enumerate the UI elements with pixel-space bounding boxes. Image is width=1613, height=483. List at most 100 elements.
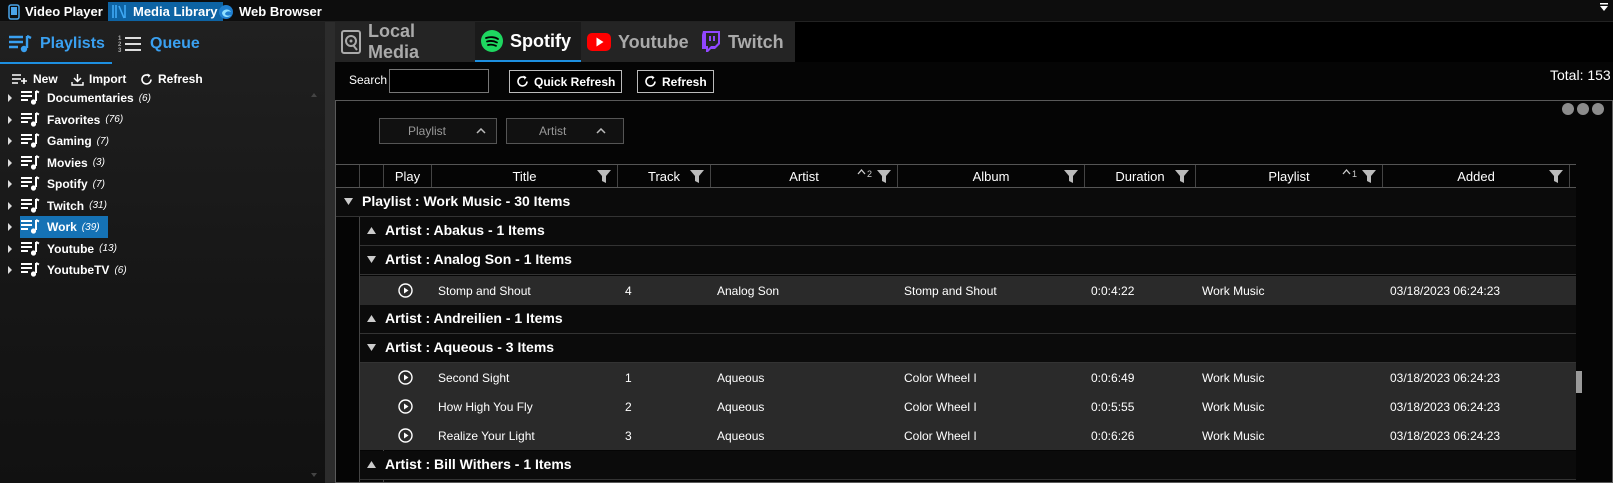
playlist-item[interactable]: Spotify (7) xyxy=(0,173,300,195)
refresh-playlists-button[interactable]: Refresh xyxy=(140,70,203,88)
collapse-icon[interactable] xyxy=(367,255,376,264)
group-row-artist[interactable]: Artist : Andreilien - 1 Items xyxy=(360,305,1576,334)
playlist-entry[interactable]: Movies (3) xyxy=(20,152,113,174)
column-header-title[interactable]: Title xyxy=(432,165,618,187)
tab-youtube[interactable]: Youtube xyxy=(581,22,695,62)
collapse-icon[interactable] xyxy=(367,343,376,352)
playlist-count: (39) xyxy=(81,221,100,233)
group-chip-artist[interactable]: Artist xyxy=(506,118,624,144)
new-playlist-button[interactable]: New xyxy=(12,70,58,88)
tab-label: Queue xyxy=(150,35,200,52)
playlist-icon xyxy=(20,176,40,192)
column-header-album[interactable]: Album xyxy=(898,165,1085,187)
column-header-added[interactable]: Added xyxy=(1383,165,1570,187)
filter-icon[interactable] xyxy=(1362,170,1376,183)
playlist-icon xyxy=(20,133,40,149)
import-button[interactable]: Import xyxy=(71,70,126,88)
cell-added: 03/18/2023 06:24:23 xyxy=(1390,429,1501,443)
tab-playlists[interactable]: Playlists xyxy=(8,30,105,58)
expand-arrow-icon[interactable] xyxy=(0,266,20,274)
filter-icon[interactable] xyxy=(597,170,611,183)
group-row-artist[interactable]: Artist : Abakus - 1 Items xyxy=(360,217,1576,246)
grid-scrollbar-thumb[interactable] xyxy=(1576,371,1582,393)
play-icon[interactable] xyxy=(398,283,413,298)
column-header-play[interactable]: Play xyxy=(384,165,432,187)
playlist-item[interactable]: Documentaries (6) xyxy=(0,87,300,109)
chevron-down-icon[interactable] xyxy=(1599,3,1609,13)
play-icon[interactable] xyxy=(398,399,413,414)
app-tab-web-browser[interactable]: Web Browser xyxy=(214,2,327,21)
playlist-entry[interactable]: YoutubeTV (6) xyxy=(20,259,135,281)
playlist-item[interactable]: YoutubeTV (6) xyxy=(0,259,300,281)
column-header-playlist[interactable]: Playlist 1 xyxy=(1196,165,1383,187)
table-row[interactable]: How High You Fly 2 Aqueous Color Wheel I 0:0… xyxy=(360,392,1576,421)
group-row-artist[interactable]: Artist : Aqueous - 3 Items xyxy=(360,334,1576,363)
filter-icon[interactable] xyxy=(1175,170,1189,183)
group-row-artist[interactable]: Artist : Bill Withers - 1 Items xyxy=(360,451,1576,480)
chip-label: Playlist xyxy=(408,124,447,138)
column-label: Track xyxy=(647,168,681,184)
expand-arrow-icon[interactable] xyxy=(0,201,20,210)
playlist-entry[interactable]: Favorites (76) xyxy=(20,109,131,131)
tab-queue[interactable]: 123 Queue xyxy=(118,30,200,58)
app-tab-media-library[interactable]: Media Library xyxy=(108,2,223,21)
cell-album: Color Wheel I xyxy=(904,429,977,443)
sort-order: 2 xyxy=(866,169,872,179)
tab-label: Playlists xyxy=(40,35,105,52)
group-chip-playlist[interactable]: Playlist xyxy=(379,118,497,144)
cell-artist: Aqueous xyxy=(717,429,765,443)
refresh-button[interactable]: Refresh xyxy=(637,70,714,93)
cell-album: Stomp and Shout xyxy=(904,284,997,298)
expand-icon[interactable] xyxy=(367,314,376,323)
expand-arrow-icon[interactable] xyxy=(0,223,20,231)
app-tab-video-player[interactable]: Video Player xyxy=(4,2,108,21)
play-icon[interactable] xyxy=(398,428,413,443)
more-options-icon[interactable] xyxy=(1562,103,1604,115)
filter-icon[interactable] xyxy=(690,170,704,183)
playlist-entry[interactable]: Gaming (7) xyxy=(20,130,117,152)
tab-twitch[interactable]: Twitch xyxy=(695,22,795,62)
expand-arrow-icon[interactable] xyxy=(0,94,20,102)
table-row[interactable]: Realize Your Light 3 Aqueous Color Wheel I 0… xyxy=(360,421,1576,450)
sort-indicator: 2 xyxy=(857,169,872,179)
playlist-item[interactable]: Movies (3) xyxy=(0,152,300,174)
tab-local-media[interactable]: Local Media xyxy=(335,21,475,62)
group-row-artist[interactable]: Artist : Analog Son - 1 Items xyxy=(360,246,1576,275)
filter-icon[interactable] xyxy=(877,170,891,183)
table-row[interactable]: Stomp and Shout 4 Analog Son Stomp and Shou… xyxy=(360,276,1576,305)
column-label: Title xyxy=(512,168,537,184)
filter-icon[interactable] xyxy=(1549,170,1563,183)
expand-arrow-icon[interactable] xyxy=(0,137,20,145)
playlist-entry[interactable]: Documentaries (6) xyxy=(20,87,159,109)
table-row[interactable]: Second Sight 1 Aqueous Color Wheel I 0:0:6:4… xyxy=(360,363,1576,392)
expand-icon[interactable] xyxy=(367,460,376,469)
group-row-playlist[interactable]: Playlist : Work Music - 30 Items xyxy=(336,188,1576,217)
cell-added: 03/18/2023 06:24:23 xyxy=(1390,400,1501,414)
tab-spotify[interactable]: Spotify xyxy=(475,22,581,62)
playlist-item[interactable]: Work (39) xyxy=(0,216,300,238)
playlist-item[interactable]: Favorites (76) xyxy=(0,109,300,131)
left-scrollbar[interactable] xyxy=(308,90,320,480)
expand-icon[interactable] xyxy=(367,226,376,235)
playlist-entry[interactable]: Spotify (7) xyxy=(20,173,113,195)
play-icon[interactable] xyxy=(398,370,413,385)
panel-splitter[interactable] xyxy=(325,22,335,483)
playlist-entry[interactable]: Youtube (13) xyxy=(20,238,125,260)
playlist-entry[interactable]: Work (39) xyxy=(20,216,108,238)
playlist-item[interactable]: Twitch (31) xyxy=(0,195,300,217)
expand-arrow-icon[interactable] xyxy=(0,115,20,124)
column-header-track[interactable]: Track xyxy=(618,165,711,187)
expand-arrow-icon[interactable] xyxy=(0,180,20,188)
playlist-item[interactable]: Gaming (7) xyxy=(0,130,300,152)
library-panel: Local Media Spotify Youtube Twitch Searc… xyxy=(335,21,1613,483)
expand-arrow-icon[interactable] xyxy=(0,244,20,253)
playlist-entry[interactable]: Twitch (31) xyxy=(20,195,115,217)
column-header-duration[interactable]: Duration xyxy=(1085,165,1196,187)
quick-refresh-button[interactable]: Quick Refresh xyxy=(509,70,623,93)
collapse-icon[interactable] xyxy=(344,197,353,206)
filter-icon[interactable] xyxy=(1064,170,1078,183)
column-header-artist[interactable]: Artist 2 xyxy=(711,165,898,187)
playlist-item[interactable]: Youtube (13) xyxy=(0,238,300,260)
search-input[interactable] xyxy=(389,69,489,93)
expand-arrow-icon[interactable] xyxy=(0,158,20,167)
